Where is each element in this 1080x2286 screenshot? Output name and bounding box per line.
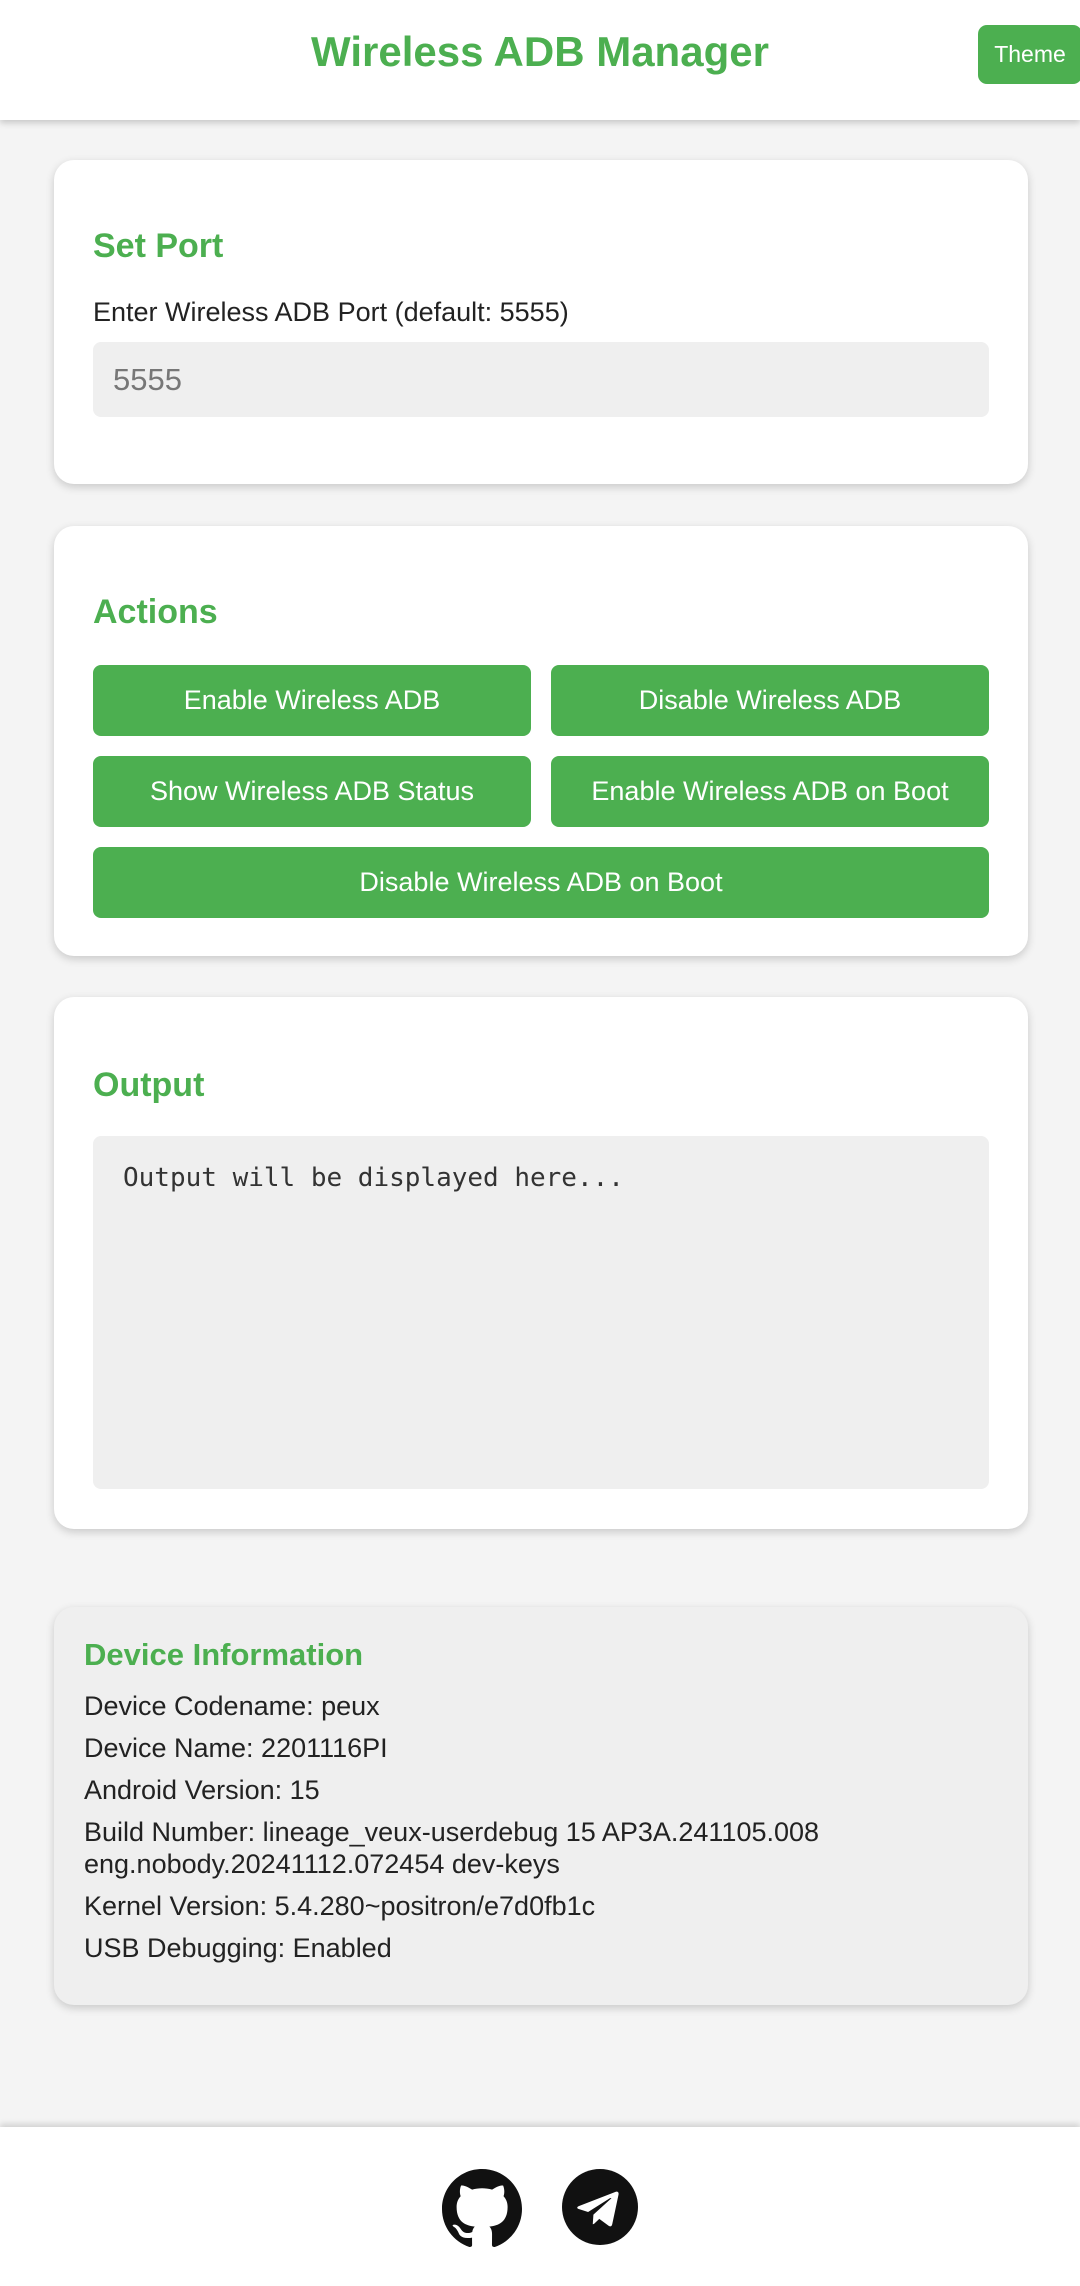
disable-wireless-adb-button[interactable]: Disable Wireless ADB bbox=[551, 665, 989, 736]
github-icon[interactable] bbox=[442, 2169, 522, 2249]
set-port-card: Set Port Enter Wireless ADB Port (defaul… bbox=[54, 160, 1028, 484]
set-port-heading: Set Port bbox=[93, 227, 224, 265]
enable-wireless-adb-button[interactable]: Enable Wireless ADB bbox=[93, 665, 531, 736]
android-version: Android Version: 15 bbox=[84, 1775, 320, 1805]
app-title: Wireless ADB Manager bbox=[311, 28, 769, 75]
disable-adb-on-boot-button[interactable]: Disable Wireless ADB on Boot bbox=[93, 847, 989, 918]
build-number: Build Number: lineage_veux-userdebug 15 … bbox=[84, 1817, 820, 1879]
output-heading: Output bbox=[93, 1066, 205, 1104]
output-box: Output will be displayed here... bbox=[93, 1136, 989, 1489]
device-codename: Device Codename: peux bbox=[84, 1691, 380, 1721]
kernel-version: Kernel Version: 5.4.280~positron/e7d0fb1… bbox=[84, 1891, 596, 1921]
theme-button[interactable]: Theme bbox=[978, 25, 1080, 84]
device-info-heading: Device Information bbox=[84, 1637, 364, 1672]
enable-adb-on-boot-button[interactable]: Enable Wireless ADB on Boot bbox=[551, 756, 989, 827]
footer bbox=[0, 2127, 1080, 2286]
actions-heading: Actions bbox=[93, 593, 218, 631]
device-name: Device Name: 2201116PI bbox=[84, 1733, 388, 1763]
app-header: Wireless ADB Manager Theme bbox=[0, 0, 1080, 120]
port-label: Enter Wireless ADB Port (default: 5555) bbox=[93, 297, 569, 327]
output-card: Output Output will be displayed here... bbox=[54, 997, 1028, 1529]
port-input[interactable] bbox=[93, 342, 989, 417]
actions-card: Actions Enable Wireless ADB Disable Wire… bbox=[54, 526, 1028, 956]
device-info-card: Device Information Device Codename: peux… bbox=[54, 1607, 1028, 2005]
show-wireless-adb-status-button[interactable]: Show Wireless ADB Status bbox=[93, 756, 531, 827]
usb-debugging: USB Debugging: Enabled bbox=[84, 1933, 392, 1963]
telegram-icon[interactable] bbox=[562, 2169, 642, 2249]
